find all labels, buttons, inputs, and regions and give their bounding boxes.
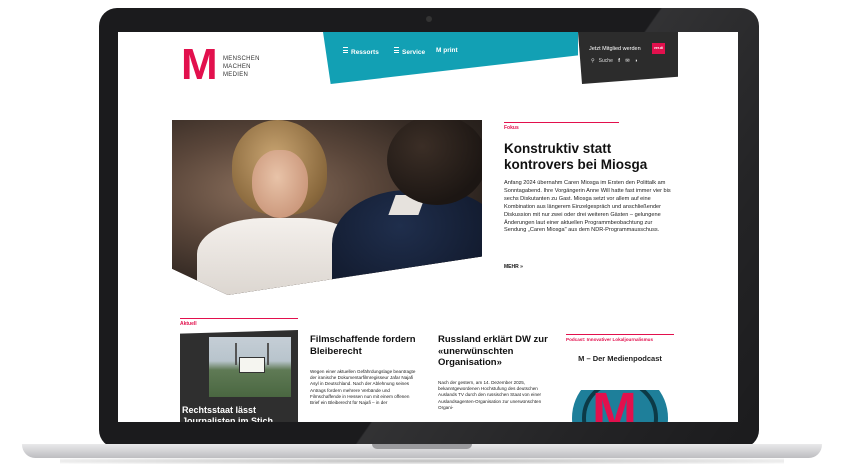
main-nav — [323, 32, 578, 84]
photo-man-head — [387, 120, 482, 205]
hamburger-icon — [394, 47, 399, 53]
browser-screen: M MENSCHEN MACHEN MEDIEN Ressorts Servic… — [118, 32, 738, 422]
verdi-logo[interactable]: ver.di — [652, 43, 665, 54]
hero-text: Anfang 2024 übernahm Caren Miosga im Ers… — [504, 180, 671, 234]
article-text: Nach der gestern, am 14. Dezember 2025, … — [438, 380, 542, 410]
laptop-notch — [372, 444, 472, 449]
divider — [504, 122, 619, 123]
camera-icon — [426, 16, 432, 22]
teaser-image[interactable] — [209, 337, 291, 397]
logo-tagline: MENSCHEN MACHEN MEDIEN — [223, 56, 260, 78]
podcast-title: M – Der Medienpodcast — [578, 354, 662, 363]
mail-icon[interactable]: ✉ — [625, 58, 629, 64]
nav-ressorts[interactable]: Ressorts — [343, 47, 379, 56]
article-title[interactable]: Filmschaffende fordern Bleiberecht — [310, 334, 422, 357]
rss-icon[interactable]: ◗ — [635, 58, 638, 64]
podcast-kicker: Podcast: Innovativer Lokaljournalismus — [566, 337, 654, 342]
meta-tools: ⚲ Suche f ✉ ◗ — [591, 58, 642, 64]
photo-woman-face — [252, 150, 308, 218]
member-link[interactable]: Jetzt Mitglied werden — [589, 46, 641, 52]
hamburger-icon — [343, 47, 348, 53]
divider — [566, 334, 674, 335]
hero-title[interactable]: Konstruktiv statt kontrovers bei Miosga — [504, 141, 674, 173]
article-text: Wegen einer aktuellen Gefährdungslage be… — [310, 369, 416, 406]
nav-m-print[interactable]: M print — [436, 47, 458, 54]
divider — [180, 318, 298, 319]
nav-service[interactable]: Service — [394, 47, 425, 56]
search-icon[interactable]: ⚲ — [591, 58, 595, 64]
facebook-icon[interactable]: f — [618, 58, 620, 64]
more-link[interactable]: MEHR » — [504, 264, 523, 270]
hero-kicker: Fokus — [504, 125, 519, 131]
laptop-shadow — [60, 458, 784, 464]
hero-image[interactable] — [172, 120, 482, 295]
laptop-frame: M MENSCHEN MACHEN MEDIEN Ressorts Servic… — [0, 0, 843, 469]
article-title[interactable]: Russland erklärt DW zur «unerwünschten O… — [438, 334, 556, 369]
search-label[interactable]: Suche — [599, 58, 613, 64]
teaser-title[interactable]: Rechtsstaat lässt Journalisten im Stich — [182, 405, 294, 422]
section-kicker: Aktuell — [180, 321, 197, 327]
site-logo[interactable]: M — [181, 43, 218, 87]
